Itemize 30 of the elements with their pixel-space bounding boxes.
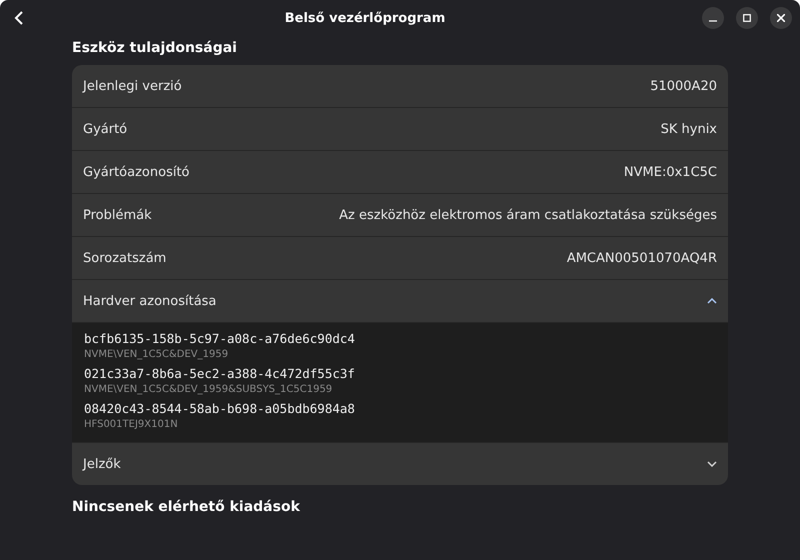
back-icon: [14, 11, 24, 25]
property-value: SK hynix: [660, 122, 717, 136]
property-label: Gyártó: [83, 122, 128, 136]
property-value: Az eszközhöz elektromos áram csatlakoztatása szükséges: [339, 208, 717, 222]
close-button[interactable]: [770, 7, 792, 29]
chevron-up-icon: [707, 298, 717, 304]
property-label: Jelenlegi verzió: [83, 78, 182, 94]
section-title: Nincsenek elérhető kiadások: [72, 499, 301, 515]
guid-text: bcfb6135-158b-5c97-a08c-a76de6c90dc4: [84, 331, 356, 346]
property-value: AMCAN00501070AQ4R: [566, 250, 717, 266]
instance-id-text: NVME\VEN_1C5C&DEV_1959&SUBSYS_1C5C1959: [84, 384, 334, 395]
section-title: Eszköz tulajdonságai: [72, 40, 238, 56]
instance-id-text: HFS001TEJ9X101N: [84, 419, 179, 430]
expander-label: Hardver azonosítása: [83, 294, 216, 308]
guid-text: 08420c43-8544-58ab-b698-a05bdb6984a8: [84, 401, 356, 416]
maximize-button[interactable]: [736, 7, 758, 29]
minimize-button[interactable]: [702, 7, 724, 29]
instance-id-text: NVME\VEN_1C5C&DEV_1959: [84, 349, 230, 360]
close-icon: [776, 14, 785, 22]
maximize-icon: [742, 14, 751, 22]
property-label: Gyártóazonosító: [83, 164, 190, 180]
chevron-down-icon: [707, 461, 717, 467]
property-value: 51000A20: [650, 78, 717, 94]
guid-text: 021c33a7-8b6a-5ec2-a388-4c472df55c3f: [84, 366, 356, 381]
expander-label: Jelzők: [83, 456, 121, 472]
expander-row[interactable]: Jelzők: [72, 443, 728, 485]
property-value: NVME:0x1C5C: [624, 164, 717, 180]
property-label: Problémák: [83, 208, 152, 222]
window-title: Belső vezérlőprogram: [284, 10, 446, 26]
property-label: Sorozatszám: [83, 250, 166, 266]
